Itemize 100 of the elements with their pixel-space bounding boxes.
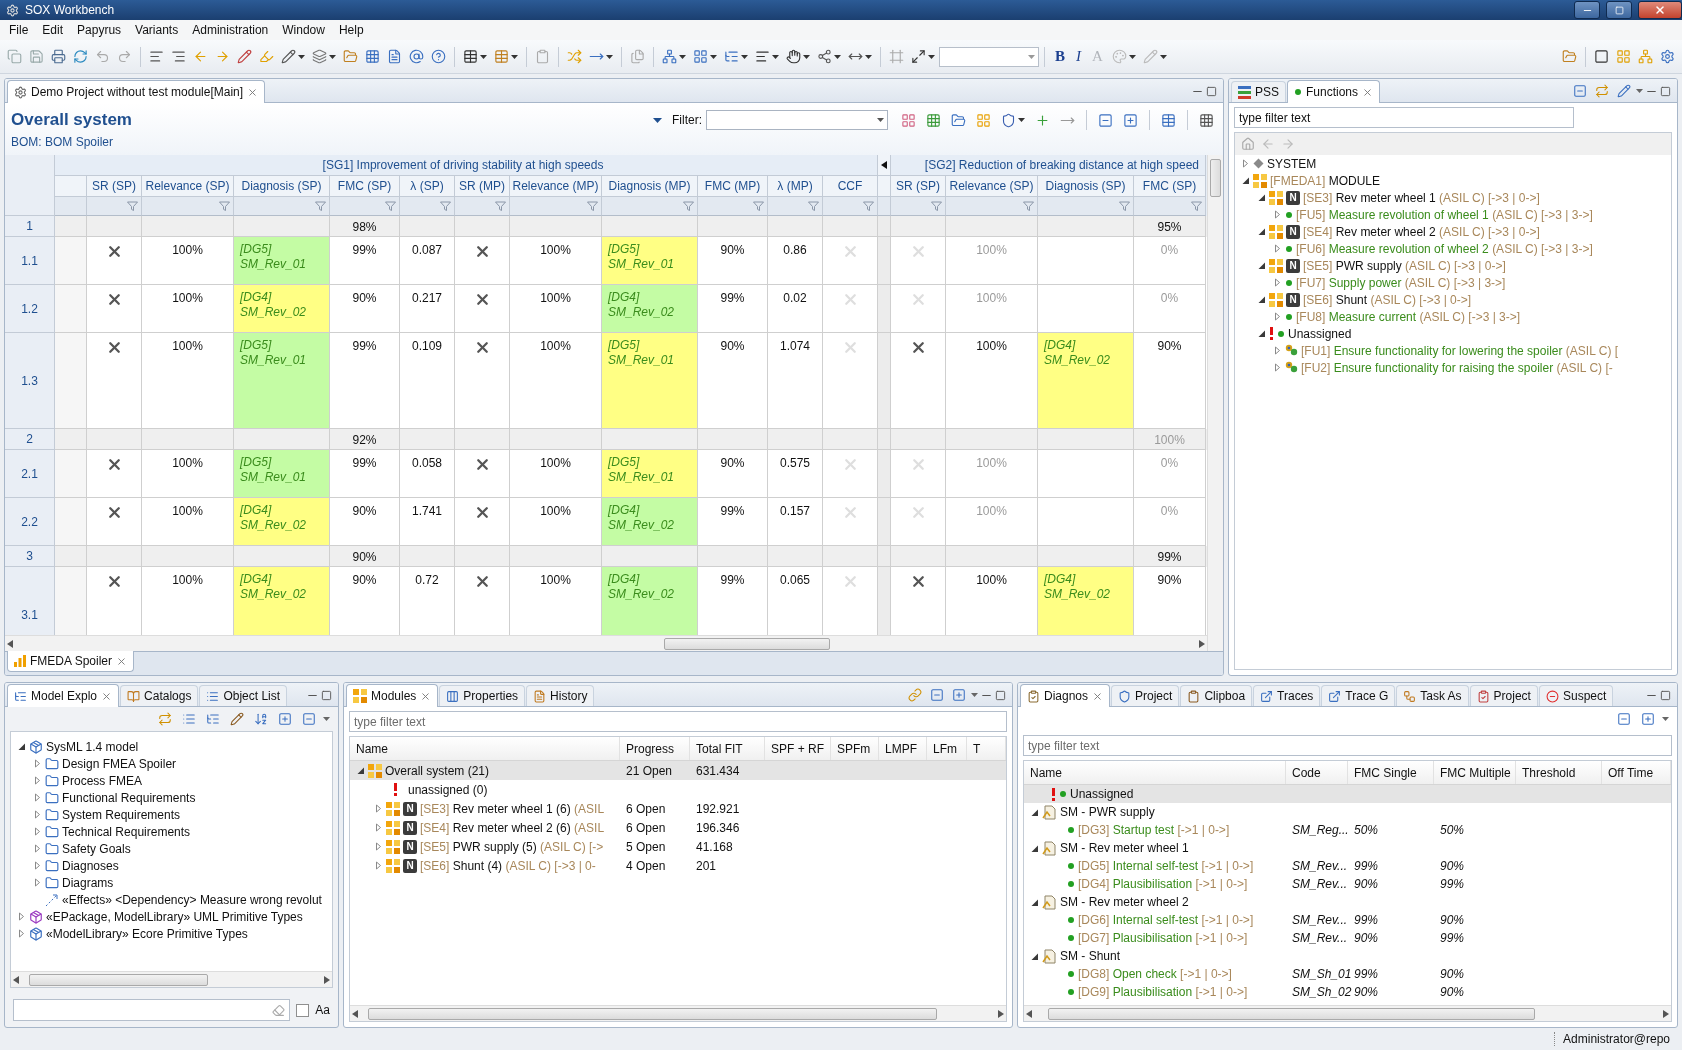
tree-item[interactable]: [DG4] Plausibilisation [->1 | 0->] — [1078, 877, 1248, 891]
tree-item[interactable]: [SE5] PWR supply (ASIL C) [->3 | 0->] — [1303, 258, 1506, 273]
column-header[interactable]: Relevance (SP) — [946, 176, 1038, 197]
tab[interactable]: Suspect — [1538, 685, 1614, 706]
menu-item[interactable]: Window — [275, 23, 332, 37]
tree-item[interactable]: Safety Goals — [62, 841, 131, 856]
column-header[interactable]: Relevance (MP) — [510, 176, 602, 197]
column-header[interactable]: Total FIT — [690, 737, 765, 760]
tree-item[interactable]: [SE5] PWR supply (5) (ASIL C) [-> — [420, 839, 604, 854]
column-header[interactable]: Progress — [620, 737, 690, 760]
tree-item[interactable]: SM - Rev meter wheel 1 — [1060, 841, 1189, 855]
tree-item[interactable]: Design FMEA Spoiler — [62, 756, 177, 771]
tab[interactable]: Traces — [1253, 685, 1321, 706]
tree-item[interactable]: unassigned (0) — [408, 782, 488, 797]
tab[interactable]: Project — [1469, 685, 1538, 706]
tab[interactable]: PSS — [1231, 81, 1286, 102]
menu-item[interactable]: Help — [331, 23, 371, 37]
tab[interactable]: Model Explo — [7, 684, 120, 707]
tree-item[interactable]: Functional Requirements — [62, 790, 196, 805]
tree-item[interactable]: [FU1] Ensure functionality for lowering the spoiler (ASIL C) [ — [1301, 343, 1619, 358]
table-row[interactable]: N [SE3] Rev meter wheel 1 (6) (ASIL 6 Open 192.921 — [350, 799, 1006, 818]
column-header[interactable]: Name — [1024, 761, 1286, 784]
column-header[interactable]: FMC (MP) — [698, 176, 768, 197]
table-row[interactable]: [DG3] Startup test [->1 | 0->] SM_Reg... 50% 50% — [1024, 821, 1671, 839]
column-header[interactable]: Threshold — [1516, 761, 1602, 784]
diagnosis-cell[interactable]: [DG5] SM_Rev_01 — [602, 333, 698, 429]
tree-item[interactable]: [FU2] Ensure functionality for raising the spoiler (ASIL C) [- — [1301, 360, 1613, 375]
tree-item[interactable]: Technical Requirements — [62, 824, 191, 839]
tab[interactable]: Modules — [346, 684, 439, 707]
column-header[interactable]: Relevance (SP) — [142, 176, 234, 197]
table-row[interactable]: N [SE6] Shunt (4) (ASIL C) [->3 | 0- 4 Open 201 — [350, 856, 1006, 875]
table-row[interactable]: [DG8] Open check [->1 | 0->] SM_Sh_01 99% 90% — [1024, 965, 1671, 983]
tree-item[interactable]: System Requirements — [62, 807, 181, 822]
table-row[interactable]: [DG4] Plausibilisation [->1 | 0->] SM_Rev... 90% 99% — [1024, 875, 1671, 893]
column-header[interactable]: LFm — [927, 737, 967, 760]
table-row[interactable]: SM - Rev meter wheel 1 — [1024, 839, 1671, 857]
diagnosis-cell[interactable]: [DG5] SM_Rev_01 — [234, 450, 330, 498]
table-row[interactable]: N [SE4] Rev meter wheel 2 (6) (ASIL 6 Open 196.346 — [350, 818, 1006, 837]
tree-item[interactable]: [DG5] Internal self-test [->1 | 0->] — [1078, 859, 1254, 873]
tab[interactable]: Object List — [199, 685, 288, 706]
tree-item[interactable]: [FU8] Measure current (ASIL C) [->3 | 3->] — [1296, 309, 1521, 324]
tree-item[interactable]: [FU5] Measure revolution of wheel 1 (ASIL C) [->3 | 3->] — [1296, 207, 1593, 222]
diagnosis-cell[interactable]: [DG5] SM_Rev_01 — [234, 237, 330, 285]
column-header[interactable]: SR (MP) — [455, 176, 510, 197]
tree-item[interactable]: [DG6] Internal self-test [->1 | 0->] — [1078, 913, 1254, 927]
column-header[interactable]: SPFm — [831, 737, 879, 760]
tree-item[interactable]: «Effects» <Dependency> Measure wrong revolut — [62, 892, 322, 907]
tree-item[interactable]: Unassigned — [1288, 326, 1352, 341]
column-header[interactable]: LMPF — [879, 737, 927, 760]
tree-item[interactable]: SM - Shunt — [1060, 949, 1121, 963]
column-header[interactable]: SPF + RF — [765, 737, 831, 760]
column-header[interactable]: Off Time — [1602, 761, 1671, 784]
table-row[interactable]: Unassigned — [1024, 785, 1671, 803]
column-header[interactable]: T — [967, 737, 1006, 760]
tree-item[interactable]: [DG7] Plausibilisation [->1 | 0->] — [1078, 931, 1248, 945]
tree-item[interactable]: «ModelLibrary» Ecore Primitive Types — [46, 926, 248, 941]
diagnosis-cell[interactable]: [DG4] SM_Rev_02 — [602, 498, 698, 546]
table-row[interactable]: [DG9] Plausibilisation [->1 | 0->] SM_Sh_02 90% 90% — [1024, 983, 1671, 1001]
tab[interactable]: Properties — [439, 685, 526, 706]
diagnosis-cell[interactable]: [DG4] SM_Rev_02 — [234, 285, 330, 333]
tab[interactable]: Project — [1111, 685, 1180, 706]
column-header[interactable]: λ (MP) — [768, 176, 823, 197]
tab[interactable]: Trace G — [1321, 685, 1396, 706]
column-header[interactable]: Code — [1286, 761, 1348, 784]
tree-item[interactable]: Overall system (21) — [385, 763, 490, 778]
column-header[interactable]: Diagnosis (MP) — [602, 176, 698, 197]
tree-item[interactable]: [FMEDA1] MODULE — [1270, 173, 1381, 188]
filter-input-field[interactable]: type filter text — [1023, 735, 1672, 756]
column-header[interactable]: FMC (SP) — [1134, 176, 1206, 197]
tree-item[interactable]: «EPackage, ModelLibrary» UML Primitive Types — [46, 909, 303, 924]
table-row[interactable]: [DG5] Internal self-test [->1 | 0->] SM_Rev... 99% 90% — [1024, 857, 1671, 875]
tree-item[interactable]: [FU7] Supply power (ASIL C) [->3 | 3->] — [1296, 275, 1506, 290]
column-header[interactable]: Diagnosis (SP) — [1038, 176, 1134, 197]
tab[interactable]: Catalogs — [120, 685, 199, 706]
column-header[interactable]: CCF — [823, 176, 878, 197]
tab[interactable]: History — [526, 685, 595, 706]
tree-item[interactable]: [SE6] Shunt (ASIL C) [->3 | 0->] — [1303, 292, 1472, 307]
tree-item[interactable]: [DG9] Plausibilisation [->1 | 0->] — [1078, 985, 1248, 999]
column-header[interactable]: SR (SP) — [891, 176, 946, 197]
menu-item[interactable]: Variants — [128, 23, 186, 37]
diagnosis-cell[interactable]: [DG4] SM_Rev_02 — [1038, 567, 1134, 635]
tab[interactable]: Functions — [1287, 80, 1381, 103]
table-row[interactable]: N [SE5] PWR supply (5) (ASIL C) [-> 5 Open 41.168 — [350, 837, 1006, 856]
tree-item[interactable]: Process FMEA — [62, 773, 142, 788]
column-header[interactable]: FMC Multiple — [1434, 761, 1516, 784]
tree-item[interactable]: SYSTEM — [1267, 156, 1317, 171]
table-row[interactable]: SM - Rev meter wheel 2 — [1024, 893, 1671, 911]
tree-item[interactable]: [SE4] Rev meter wheel 2 (ASIL C) [->3 | 0->] — [1303, 224, 1540, 239]
diagnosis-cell[interactable]: [DG5] SM_Rev_01 — [602, 237, 698, 285]
tree-item[interactable]: SM - PWR supply — [1060, 805, 1155, 819]
table-row[interactable]: SM - PWR supply — [1024, 803, 1671, 821]
tree-item[interactable]: Unassigned — [1070, 787, 1134, 801]
tab[interactable]: Clipboa — [1180, 685, 1253, 706]
tree-item[interactable]: SysML 1.4 model — [46, 739, 139, 754]
tab[interactable]: Demo Project without test module[Main] — [7, 80, 266, 103]
table-row[interactable]: Overall system (21) 21 Open 631.434 — [350, 761, 1006, 780]
tree-item[interactable]: [DG3] Startup test [->1 | 0->] — [1078, 823, 1230, 837]
tab[interactable]: Task As — [1396, 685, 1469, 706]
format-button[interactable]: I — [1071, 48, 1086, 65]
tab[interactable]: Diagnos — [1020, 684, 1111, 707]
